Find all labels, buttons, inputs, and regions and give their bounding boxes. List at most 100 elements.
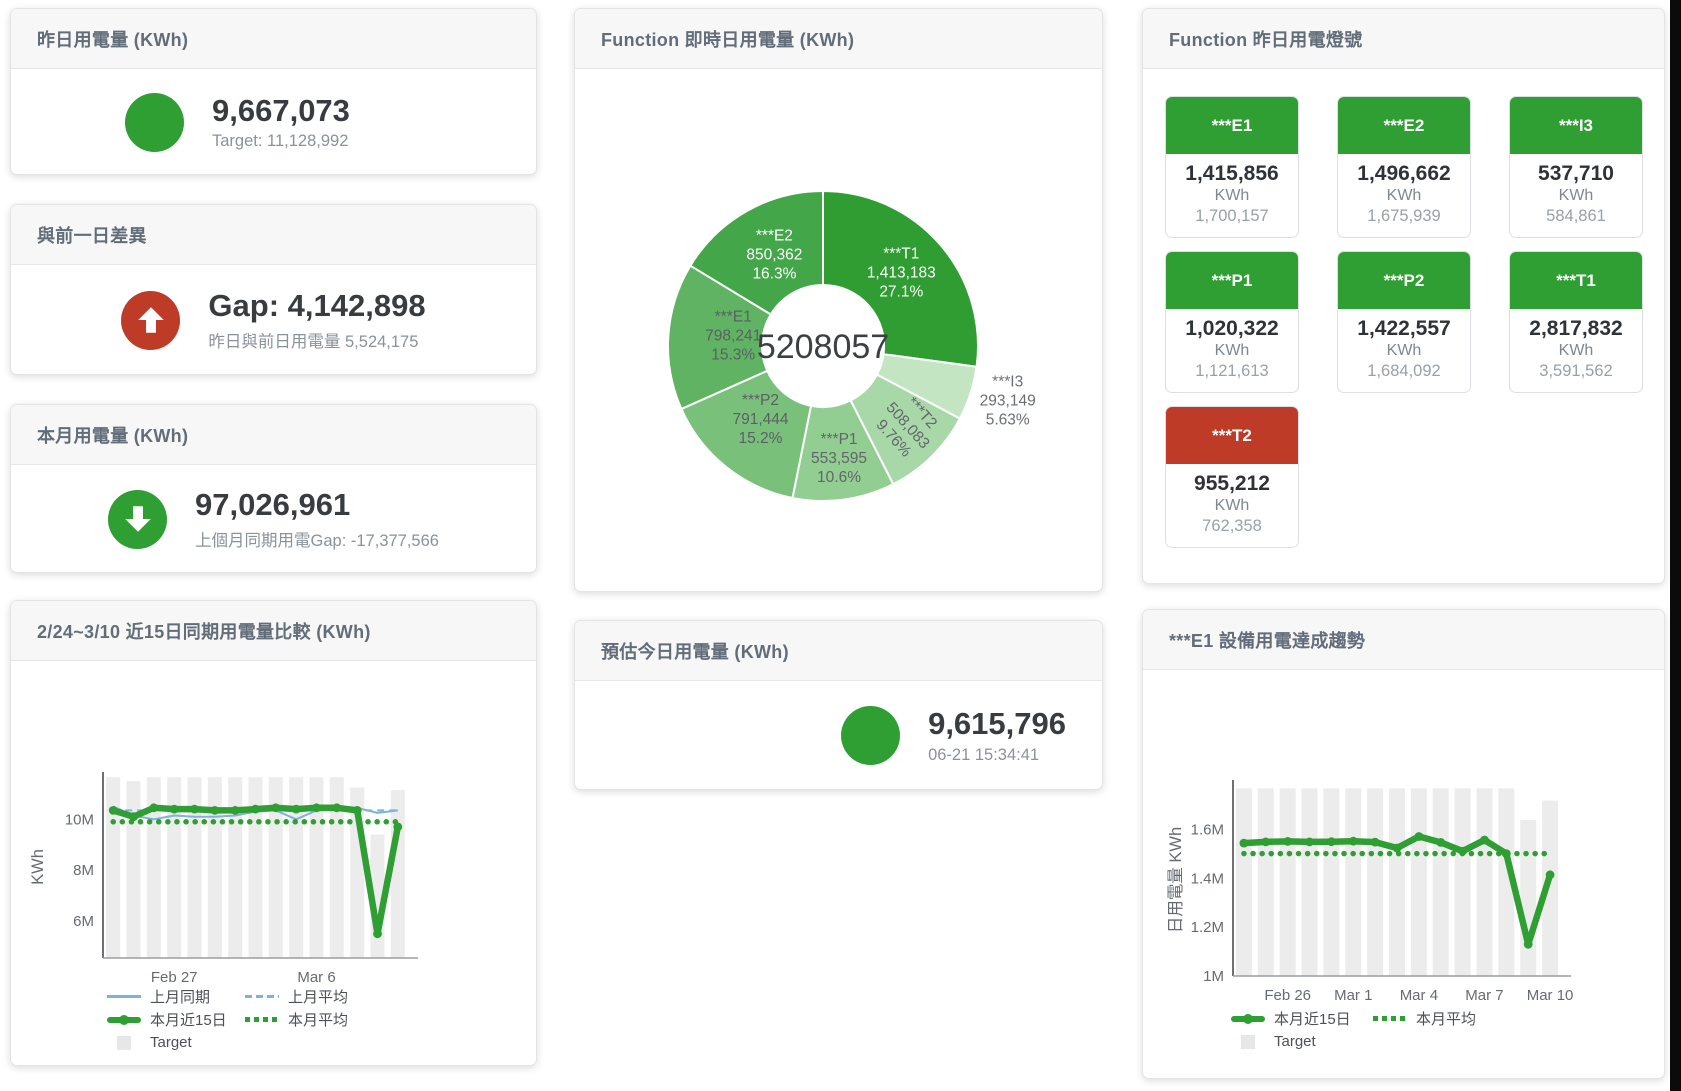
- legend-item-Target[interactable]: Target: [1231, 1033, 1373, 1050]
- target-bars: [106, 777, 405, 958]
- kpi-timestamp: 06-21 15:34:41: [928, 746, 1066, 765]
- y-tick-label: 1M: [1203, 968, 1224, 985]
- light-tile-secondary-value: 1,700,157: [1166, 206, 1298, 227]
- card-e1-trend-chart: ***E1 設備用電達成趨勢 1M1.2M1.4M1.6MFeb 26Mar 1…: [1142, 609, 1665, 1079]
- kpi-value: 9,667,073: [212, 93, 422, 129]
- light-tile: ***P11,020,322KWh1,121,613: [1165, 251, 1299, 393]
- y-tick-label: 6M: [73, 913, 94, 930]
- light-tile-secondary-value: 1,121,613: [1166, 361, 1298, 382]
- legend-label: 上月平均: [288, 986, 348, 1007]
- legend-item-上月同期[interactable]: 上月同期: [107, 986, 245, 1007]
- legend-swatch: [107, 1036, 141, 1050]
- legend-label: Target: [1274, 1033, 1316, 1050]
- light-tile-secondary-value: 1,675,939: [1338, 206, 1470, 227]
- card-function-realtime-donut: Function 即時日用電量 (KWh) ***T11,413,18327.1…: [574, 8, 1103, 592]
- status-circle-icon: [125, 93, 184, 152]
- legend-label: 本月平均: [1416, 1008, 1476, 1029]
- kpi-value: 9,615,796: [928, 706, 1066, 742]
- compare-chart-legend: 上月同期 上月平均本月近15日 本月平均 Target: [107, 985, 383, 1054]
- legend-item-本月近15日[interactable]: 本月近15日: [107, 1009, 245, 1030]
- light-tile: ***I3537,710KWh584,861: [1509, 96, 1643, 238]
- card-gap-previous-day: 與前一日差異 Gap: 4,142,898 昨日與前日用電量 5,524,175: [10, 204, 537, 375]
- legend-swatch: [1231, 1035, 1265, 1049]
- kpi-subtitle: 上個月同期用電Gap: -17,377,566: [195, 527, 439, 551]
- legend-label: 本月近15日: [150, 1009, 227, 1030]
- light-tile-value: 1,020,322: [1166, 316, 1298, 341]
- x-tick-label: Mar 1: [1334, 987, 1372, 1004]
- arrow-down-icon: [108, 490, 167, 549]
- status-circle-icon: [841, 706, 900, 765]
- legend-swatch: [1231, 1012, 1265, 1026]
- card-title: 與前一日差異: [37, 222, 147, 248]
- kpi-value: 97,026,961: [195, 487, 439, 523]
- x-tick-label: Feb 27: [151, 969, 198, 986]
- light-tile-unit: KWh: [1510, 341, 1642, 361]
- legend-label: Target: [150, 1034, 192, 1051]
- card-title: Function 昨日用電燈號: [1169, 26, 1362, 52]
- donut-chart-canvas[interactable]: ***T11,413,18327.1%***I3293,1495.63%***T…: [575, 69, 1102, 591]
- card-header: Function 昨日用電燈號: [1143, 9, 1664, 69]
- light-tile-name: ***E2: [1338, 97, 1470, 154]
- card-title: Function 即時日用電量 (KWh): [601, 26, 854, 52]
- light-tile-value: 2,817,832: [1510, 316, 1642, 341]
- light-tile: ***T2955,212KWh762,358: [1165, 406, 1299, 548]
- card-title: 2/24~3/10 近15日同期用電量比較 (KWh): [37, 618, 371, 644]
- card-estimate-today: 預估今日用電量 (KWh) 9,615,796 06-21 15:34:41: [574, 620, 1103, 790]
- light-tile-value: 1,496,662: [1338, 161, 1470, 186]
- light-tile-value: 955,212: [1166, 471, 1298, 496]
- light-tile-unit: KWh: [1166, 186, 1298, 206]
- donut-slice-label: ***I3293,1495.63%: [980, 373, 1036, 428]
- card-title: 本月用電量 (KWh): [37, 422, 188, 448]
- card-header: 昨日用電量 (KWh): [11, 9, 536, 69]
- light-tile-value: 537,710: [1510, 161, 1642, 186]
- light-tile-secondary-value: 584,861: [1510, 206, 1642, 227]
- light-tile-value: 1,422,557: [1338, 316, 1470, 341]
- legend-label: 本月近15日: [1274, 1008, 1351, 1029]
- y-tick-label: 1.4M: [1191, 870, 1224, 887]
- legend-swatch: [1373, 1012, 1407, 1026]
- legend-swatch: [245, 1013, 279, 1027]
- card-month-usage: 本月用電量 (KWh) 97,026,961 上個月同期用電Gap: -17,3…: [10, 404, 537, 573]
- target-bars: [1236, 788, 1558, 976]
- light-tile: ***T1 2,817,832KWh3,591,562: [1509, 251, 1643, 393]
- x-tick-label: Mar 4: [1400, 987, 1438, 1004]
- light-tile-unit: KWh: [1338, 341, 1470, 361]
- legend-item-本月平均[interactable]: 本月平均: [245, 1009, 383, 1030]
- light-tile: ***P2 1,422,557KWh1,684,092: [1337, 251, 1471, 393]
- card-function-lights: Function 昨日用電燈號 ***E11,415,856KWh1,700,1…: [1142, 8, 1665, 584]
- x-tick-label: Mar 7: [1465, 987, 1503, 1004]
- kpi-subtitle: Target: 11,128,992: [212, 132, 422, 151]
- light-tile-name: ***T1: [1510, 252, 1642, 309]
- legend-item-本月平均[interactable]: 本月平均: [1373, 1008, 1515, 1029]
- x-tick-label: Mar 6: [297, 969, 335, 986]
- legend-swatch: [245, 990, 279, 1004]
- dashboard: 昨日用電量 (KWh) 9,667,073 Target: 11,128,992…: [0, 0, 1681, 1091]
- light-tile-secondary-value: 762,358: [1166, 516, 1298, 537]
- light-tile: ***E2 1,496,662KWh1,675,939: [1337, 96, 1471, 238]
- legend-item-本月近15日[interactable]: 本月近15日: [1231, 1008, 1373, 1029]
- legend-label: 上月同期: [150, 986, 210, 1007]
- legend-item-Target[interactable]: Target: [107, 1034, 245, 1051]
- trend-chart-legend: 本月近15日 本月平均 Target: [1231, 1007, 1515, 1053]
- y-tick-label: 10M: [65, 811, 94, 828]
- kpi-subtitle: 昨日與前日用電量 5,524,175: [208, 328, 425, 352]
- card-header: 預估今日用電量 (KWh): [575, 621, 1102, 681]
- x-tick-label: Mar 10: [1527, 987, 1574, 1004]
- page-title: 昨日用電量 (KWh): [37, 26, 188, 52]
- light-tile-name: ***P2: [1338, 252, 1470, 309]
- y-tick-label: 1.6M: [1191, 822, 1224, 839]
- light-tile-secondary-value: 3,591,562: [1510, 361, 1642, 382]
- light-tile-name: ***E1: [1166, 97, 1298, 154]
- legend-item-上月平均[interactable]: 上月平均: [245, 986, 383, 1007]
- card-title: 預估今日用電量 (KWh): [601, 638, 789, 664]
- card-header: 與前一日差異: [11, 205, 536, 265]
- light-tiles-grid: ***E11,415,856KWh1,700,157***E21,496,662…: [1143, 69, 1664, 575]
- card-title: ***E1 設備用電達成趨勢: [1169, 627, 1365, 653]
- light-tile-secondary-value: 1,684,092: [1338, 361, 1470, 382]
- arrow-up-icon: [121, 291, 180, 350]
- legend-label: 本月平均: [288, 1009, 348, 1030]
- card-yesterday-usage: 昨日用電量 (KWh) 9,667,073 Target: 11,128,992: [10, 8, 537, 175]
- y-tick-label: 8M: [73, 862, 94, 879]
- light-tile-unit: KWh: [1338, 186, 1470, 206]
- window-scrollbar[interactable]: [1670, 0, 1681, 1091]
